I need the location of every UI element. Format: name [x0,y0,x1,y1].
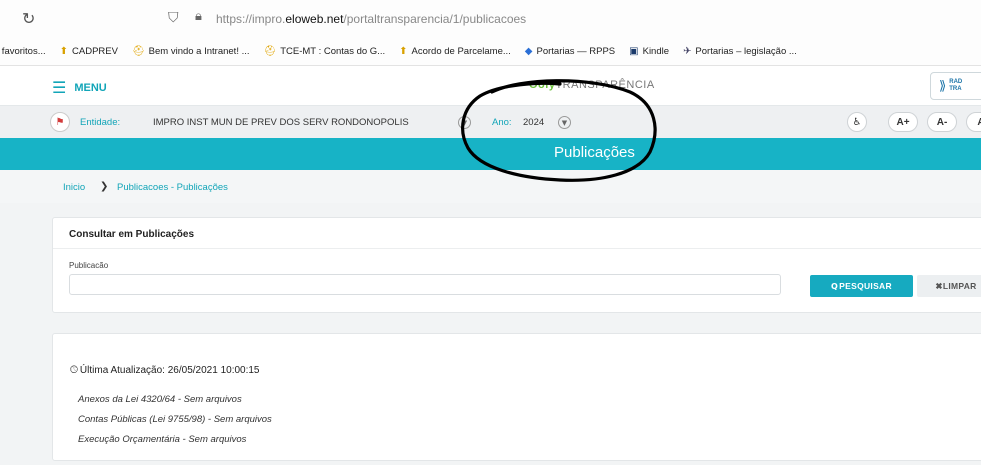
publicacao-input[interactable] [69,274,781,295]
last-update: 🕓︎ Última Atualização: 26/05/2021 10:00:… [70,365,260,376]
list-item[interactable]: Anexos da Lei 4320/64 - Sem arquivos [78,394,242,405]
browser-url-bar: ↻ ⛉ 🔒︎ https://impro.eloweb.net/portaltr… [0,0,981,38]
govbr-icon: ⬆ [399,46,408,57]
close-icon: ✖ [935,280,943,291]
shield-icon[interactable]: ⛉ [168,10,179,26]
url-path: /portaltransparencia/1/publicacoes [343,12,527,26]
bookmark-item[interactable]: r favoritos... [0,46,46,57]
govbr-icon: ⬆ [59,46,69,57]
bookmarks-bar: r favoritos... ⬆ CADPREV ⛑ Bem vindo a Int… [0,38,981,66]
hamburger-icon: ☰ [52,78,67,97]
url-domain: eloweb.net [285,12,344,26]
last-update-text: Última Atualização: 26/05/2021 10:00:15 [79,365,260,376]
year-select[interactable]: 2024 [523,117,544,128]
bookmark-item[interactable]: ⬆ CADPREV [60,46,118,57]
font-decrease-button[interactable]: A- [927,112,957,132]
chevron-down-icon[interactable]: ▼ [458,116,471,129]
search-button-label: PESQUISAR [839,281,892,291]
entity-select[interactable]: IMPRO INST MUN DE PREV DOS SERV RONDONOP… [153,117,409,128]
site-header: ☰ MENU OolyTRANSPARÊNCIA ⟫ RAD TRA [0,66,981,106]
breadcrumb: Inicio ❯ Publicacoes - Publicações [0,170,981,203]
list-item[interactable]: Contas Públicas (Lei 9755/98) - Sem arqu… [78,414,272,425]
entity-bar: ⚑ Entidade: IMPRO INST MUN DE PREV DOS S… [0,106,981,138]
chevron-right-icon: ❯ [100,181,109,192]
page-title: Publicações [554,144,635,161]
year-label: Ano: [492,117,512,128]
brand-part2: TRANSPARÊNCIA [555,79,655,91]
radar-icon: ⟫ [939,78,947,94]
page-banner: Publicações [0,138,981,170]
diamond-icon: ◆ [524,46,533,57]
results-card: 🕓︎ Última Atualização: 26/05/2021 10:00:… [52,333,981,461]
search-button[interactable]: Q PESQUISAR [810,275,913,297]
list-item[interactable]: Execução Orçamentária - Sem arquivos [78,434,246,445]
badge-text: RAD TRA [949,79,963,92]
bookmark-item[interactable]: ⬆ Acordo de Parcelame... [399,46,511,57]
font-reset-button[interactable]: A [966,112,981,132]
radar-badge[interactable]: ⟫ RAD TRA [930,72,981,100]
publicacao-label: Publicacão [69,261,109,270]
bookmark-item[interactable]: ✈ Portarias – legislação ... [683,46,797,57]
address-field[interactable]: https://impro.eloweb.net/portaltranspare… [216,12,526,26]
eagle-icon: ✈ [683,46,692,57]
menu-label: MENU [74,81,107,94]
accessibility-button[interactable]: ♿︎ [847,112,867,132]
entity-label: Entidade: [80,117,121,128]
clock-icon: 🕓︎ [70,365,78,376]
entity-logo-icon: ⚑ [50,112,70,132]
helmet-icon: ⛑ [263,46,277,57]
bookmark-item[interactable]: ▣ Kindle [629,46,669,57]
search-card: Consultar em Publicações Publicacão Q PES… [52,217,981,313]
lock-icon[interactable]: 🔒︎ [195,9,202,24]
breadcrumb-current[interactable]: Publicacoes - Publicações [117,182,228,193]
clear-button-label: LIMPAR [942,281,977,291]
bookmark-item[interactable]: ◆ Portarias — RPPS [525,46,615,57]
bookmark-item[interactable]: ⛑ Bem vindo a Intranet! ... [132,46,250,57]
font-increase-button[interactable]: A+ [888,112,918,132]
kindle-icon: ▣ [629,46,639,57]
chevron-down-icon[interactable]: ▼ [558,116,571,129]
brand-logo[interactable]: OolyTRANSPARÊNCIA [529,79,655,91]
helmet-icon: ⛑ [131,46,145,57]
brand-part1: Ooly [529,79,556,91]
search-icon: Q [831,281,839,291]
search-card-title: Consultar em Publicações [69,229,195,240]
breadcrumb-home-link[interactable]: Inicio [63,182,85,193]
bookmark-item[interactable]: ⛑ TCE-MT : Contas do G... [264,46,386,57]
reload-icon[interactable]: ↻ [22,9,35,28]
divider [53,248,981,249]
menu-button[interactable]: ☰ MENU [52,78,107,97]
clear-button[interactable]: ✖ LIMPAR [917,275,981,297]
